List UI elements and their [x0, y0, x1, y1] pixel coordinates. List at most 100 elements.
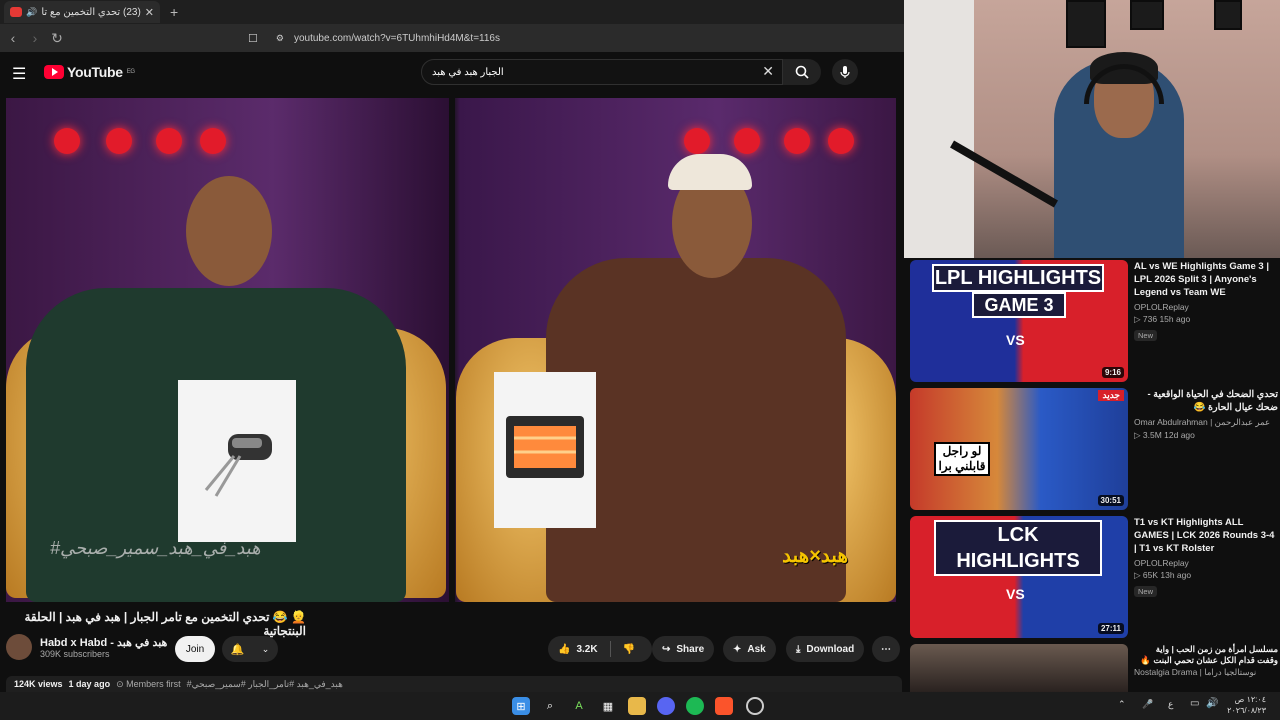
share-label: Share: [676, 643, 705, 655]
door: [904, 0, 974, 258]
recommendation-channel[interactable]: OPLOLReplay: [1134, 302, 1278, 312]
brave-icon[interactable]: [715, 697, 733, 715]
store-icon[interactable]: ▦: [599, 697, 617, 715]
members-first: ⊙ Members first: [116, 679, 181, 689]
new-badge: New: [1134, 586, 1158, 597]
recommendation-info: T1 vs KT Highlights ALL GAMES | LCK 2026…: [1134, 516, 1278, 599]
tab-strip: 🔊 (23) تحدي التخمين مع تامر الجبا ✕ +: [0, 0, 904, 24]
like-count[interactable]: 3.2K: [576, 644, 597, 655]
tab-title: (23) تحدي التخمين مع تامر الجبا: [41, 6, 141, 18]
app-icon[interactable]: A: [570, 697, 588, 715]
description-box[interactable]: 124K views 1 day ago ⊙ Members first #هب…: [6, 676, 902, 692]
search-icon[interactable]: ⌕: [541, 697, 559, 715]
recommendation-thumbnail[interactable]: [910, 644, 1128, 692]
spotify-icon[interactable]: [686, 697, 704, 715]
recommendation-channel[interactable]: Nostalgia Drama | نوستالجيا دراما: [1134, 667, 1278, 678]
recommendation-info: AL vs WE Highlights Game 3 | LPL 2026 Sp…: [1134, 260, 1278, 343]
channel-avatar[interactable]: [6, 634, 32, 660]
recommendation-title[interactable]: AL vs WE Highlights Game 3 | LPL 2026 Sp…: [1134, 260, 1278, 299]
discord-icon[interactable]: [657, 697, 675, 715]
recommendation-meta: ▷ 736 15h ago: [1134, 314, 1191, 324]
split-divider: [449, 98, 455, 602]
share-button[interactable]: ↪ Share: [652, 636, 715, 662]
video-player[interactable]: #هبد_في_هبد_سمير_صبحي هبد×هبد: [6, 98, 896, 602]
recommendation-title[interactable]: تحدي الضحك في الحياة الواقعية - ضحك عيال…: [1134, 388, 1279, 414]
duration-badge: 27:11: [1097, 623, 1124, 634]
tab-close-button[interactable]: ✕: [145, 6, 154, 19]
upload-age: 1 day ago: [68, 679, 111, 689]
recommendation-title[interactable]: T1 vs KT Highlights ALL GAMES | LCK 2026…: [1134, 516, 1278, 555]
recommendation-item[interactable]: لو راجل قابلني برا جديد 30:51 تحدي الضحك…: [910, 388, 1280, 512]
speaker-icon[interactable]: 🔊: [26, 7, 37, 18]
browser-window: 🔊 (23) تحدي التخمين مع تامر الجبا ✕ + ‹ …: [0, 0, 904, 692]
recommendations-sidebar: LPL HIGHLIGHTS GAME 3 VS 9:16 AL vs WE H…: [904, 258, 1280, 692]
recommendation-channel[interactable]: OPLOLReplay: [1134, 558, 1278, 568]
folder-icon[interactable]: [628, 697, 646, 715]
tab-youtube[interactable]: 🔊 (23) تحدي التخمين مع تامر الجبا ✕: [4, 1, 160, 23]
menu-icon[interactable]: ☰: [12, 64, 26, 84]
thumbs-down-icon[interactable]: 👎: [623, 644, 635, 655]
like-dislike-group: 👍 3.2K 👎: [548, 636, 652, 662]
join-button[interactable]: Join: [175, 636, 215, 662]
chevron-down-icon: ⌄: [261, 643, 270, 654]
recommendation-channel[interactable]: Omar Abdulrahman | عمر عبدالرحمن: [1134, 417, 1278, 428]
voice-search-button[interactable]: [832, 59, 858, 85]
volume-icon[interactable]: 🔊: [1206, 698, 1218, 709]
ask-label: Ask: [747, 643, 766, 655]
stage-light: [684, 128, 710, 154]
divider: [609, 641, 611, 657]
channel-name[interactable]: Habd x Habd - هبد في هبد: [40, 636, 167, 649]
recommendation-thumbnail[interactable]: لو راجل قابلني برا جديد 30:51: [910, 388, 1128, 510]
recommendation-thumbnail[interactable]: LPL HIGHLIGHTS GAME 3 VS 9:16: [910, 260, 1128, 382]
wall-frame: [1066, 0, 1106, 48]
recommendation-item[interactable]: مسلسل امرأة من زمن الحب | واية وقفت قدام…: [910, 644, 1280, 692]
subscriber-count: 309K subscribers: [40, 648, 110, 659]
recommendation-info: مسلسل امرأة من زمن الحب | واية وقفت قدام…: [1134, 644, 1278, 678]
bookmark-icon[interactable]: ☐: [248, 32, 258, 45]
search-query: الجبار هبد في هبد: [432, 66, 504, 78]
duration-badge: 9:16: [1101, 367, 1124, 378]
url-field[interactable]: ☐ ⚙ youtube.com/watch?v=6TUhmhiHd4M&t=11…: [248, 27, 904, 49]
recommendation-title[interactable]: مسلسل امرأة من زمن الحب | واية وقفت قدام…: [1134, 644, 1278, 666]
clear-search-button[interactable]: ✕: [762, 63, 774, 80]
wall-frame: [1214, 0, 1242, 30]
tray-overflow-icon[interactable]: ⌃: [1118, 699, 1126, 710]
youtube-play-icon: [44, 65, 64, 79]
recommendation-meta: ▷ 3.5M 12d ago: [1134, 430, 1195, 440]
start-icon[interactable]: ⊞: [512, 697, 530, 715]
youtube-logo[interactable]: YouTube EG: [44, 64, 135, 80]
recommendation-item[interactable]: LCK HIGHLIGHTS VS 27:11 T1 vs KT Highlig…: [910, 516, 1280, 640]
stage-light: [784, 128, 810, 154]
ask-button[interactable]: ✦ Ask: [723, 636, 776, 662]
network-icon[interactable]: ▭: [1190, 698, 1199, 709]
wall-frame: [1130, 0, 1164, 30]
site-info-icon[interactable]: ⚙: [276, 33, 284, 44]
language-indicator[interactable]: ع: [1168, 699, 1173, 710]
settings-icon[interactable]: [746, 697, 764, 715]
stage-light: [106, 128, 132, 154]
clock[interactable]: ١٢:٠٤ ص ٢٠٢٦/٠٨/٢٣: [1227, 694, 1266, 716]
microphone-icon[interactable]: 🎤: [1142, 699, 1153, 710]
notification-bell-button[interactable]: 🔔 ⌄: [222, 636, 278, 662]
new-badge: New: [1134, 330, 1158, 341]
stage-light: [828, 128, 854, 154]
recommendation-thumbnail[interactable]: LCK HIGHLIGHTS VS 27:11: [910, 516, 1128, 638]
stage-light: [54, 128, 80, 154]
forward-icon[interactable]: ›: [28, 30, 42, 46]
download-button[interactable]: ⤓ Download: [786, 636, 865, 662]
stage-light: [156, 128, 182, 154]
hashtags[interactable]: #هبد_في_هبد #تامر_الجبار #سمير_صبحي: [187, 679, 343, 689]
recommendation-item[interactable]: LPL HIGHLIGHTS GAME 3 VS 9:16 AL vs WE H…: [910, 260, 1280, 384]
thumbs-up-icon[interactable]: 👍: [558, 644, 570, 655]
recommendation-info: تحدي الضحك في الحياة الواقعية - ضحك عيال…: [1134, 388, 1278, 441]
more-actions-button[interactable]: ⋯: [872, 636, 900, 662]
webcam-overlay: [904, 0, 1280, 258]
thumb-vs: VS: [1006, 332, 1025, 348]
reload-icon[interactable]: ↻: [50, 30, 64, 47]
back-icon[interactable]: ‹: [6, 30, 20, 46]
microphone-icon: [840, 66, 850, 78]
new-tab-button[interactable]: +: [170, 4, 178, 20]
search-input[interactable]: الجبار هبد في هبد ✕: [421, 59, 783, 85]
search-button[interactable]: [783, 59, 821, 85]
clock-time: ١٢:٠٤ ص: [1234, 695, 1266, 704]
